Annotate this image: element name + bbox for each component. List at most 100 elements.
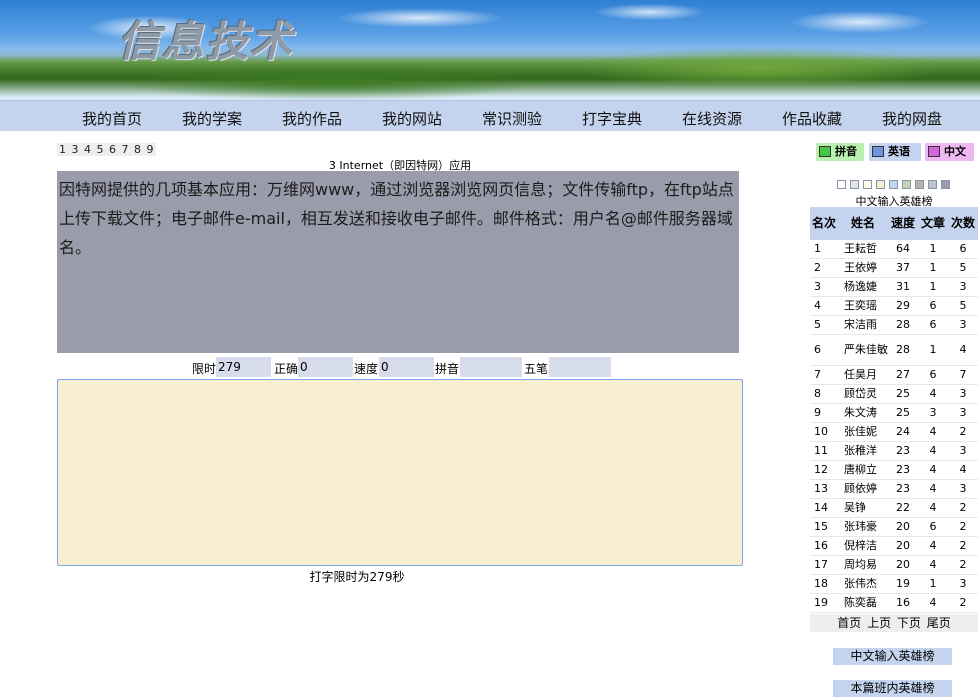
times-cell: 2 bbox=[948, 422, 978, 442]
speed-cell: 28 bbox=[888, 315, 918, 335]
name-cell: 宋洁雨 bbox=[838, 315, 888, 335]
name-cell: 王奕瑶 bbox=[838, 296, 888, 316]
color-swatch[interactable] bbox=[850, 180, 859, 189]
rank-cell: 18 bbox=[810, 574, 838, 594]
times-cell: 3 bbox=[948, 277, 978, 297]
color-swatch[interactable] bbox=[837, 180, 846, 189]
speed-cell: 23 bbox=[888, 460, 918, 480]
color-swatch[interactable] bbox=[863, 180, 872, 189]
ranking-row: 1 王耘哲 64 1 6 bbox=[810, 240, 978, 259]
rank-cell: 14 bbox=[810, 498, 838, 518]
times-cell: 5 bbox=[948, 258, 978, 278]
rank-cell: 10 bbox=[810, 422, 838, 442]
ranking-row: 14 吴铮 22 4 2 bbox=[810, 498, 978, 518]
speed-cell: 29 bbox=[888, 296, 918, 316]
col-articles: 文章 bbox=[918, 207, 948, 240]
articles-cell: 6 bbox=[918, 315, 948, 335]
articles-cell: 4 bbox=[918, 460, 948, 480]
pinyin-label: 拼音 bbox=[435, 362, 460, 376]
name-cell: 顾依婷 bbox=[838, 479, 888, 499]
ranking-row: 10 张佳妮 24 4 2 bbox=[810, 422, 978, 442]
chinese-hero-board-link[interactable]: 中文输入英雄榜 bbox=[833, 648, 952, 665]
typing-stats-bar: 限时 279 正确 0 速度 0 拼音 五笔 bbox=[57, 356, 743, 378]
color-swatch[interactable] bbox=[941, 180, 950, 189]
name-cell: 杨逸婕 bbox=[838, 277, 888, 297]
name-cell: 唐柳立 bbox=[838, 460, 888, 480]
nav-netdisk[interactable]: 我的网盘 bbox=[882, 108, 942, 129]
nav-typing[interactable]: 打字宝典 bbox=[582, 108, 642, 129]
articles-cell: 4 bbox=[918, 536, 948, 556]
pager-last[interactable]: 尾页 bbox=[927, 616, 951, 630]
ranking-row: 7 任昊月 27 6 7 bbox=[810, 365, 978, 385]
rank-cell: 2 bbox=[810, 258, 838, 278]
col-times: 次数 bbox=[948, 207, 978, 240]
nav-quiz[interactable]: 常识测验 bbox=[482, 108, 542, 129]
mode-english-button[interactable]: 英语 bbox=[869, 143, 921, 161]
color-swatch[interactable] bbox=[876, 180, 885, 189]
name-cell: 朱文涛 bbox=[838, 403, 888, 423]
nav-study-plan[interactable]: 我的学案 bbox=[182, 108, 242, 129]
page-number-links[interactable]: 1 3 4 5 6 7 8 9 bbox=[57, 143, 157, 156]
color-swatch[interactable] bbox=[889, 180, 898, 189]
pager-first[interactable]: 首页 bbox=[837, 616, 861, 630]
articles-cell: 1 bbox=[918, 277, 948, 297]
articles-cell: 1 bbox=[918, 334, 948, 366]
times-cell: 4 bbox=[948, 460, 978, 480]
color-swatch[interactable] bbox=[902, 180, 911, 189]
name-cell: 任昊月 bbox=[838, 365, 888, 385]
correct-label: 正确 bbox=[274, 362, 299, 376]
typing-input[interactable] bbox=[57, 379, 743, 566]
times-cell: 2 bbox=[948, 517, 978, 537]
color-swatch[interactable] bbox=[915, 180, 924, 189]
wubi-value bbox=[549, 357, 611, 377]
mode-chinese-label: 中文 bbox=[944, 145, 966, 158]
times-cell: 3 bbox=[948, 315, 978, 335]
nav-resources[interactable]: 在线资源 bbox=[682, 108, 742, 129]
rank-cell: 3 bbox=[810, 277, 838, 297]
ranking-pager: 首页 上页 下页 尾页 bbox=[810, 614, 978, 632]
articles-cell: 4 bbox=[918, 555, 948, 575]
mode-pinyin-button[interactable]: 拼音 bbox=[816, 143, 864, 161]
rank-cell: 5 bbox=[810, 315, 838, 335]
header-banner: 信息技术 bbox=[0, 0, 980, 100]
color-swatch[interactable] bbox=[928, 180, 937, 189]
articles-cell: 4 bbox=[918, 593, 948, 613]
col-name: 姓名 bbox=[838, 207, 888, 240]
ranking-row: 5 宋洁雨 28 6 3 bbox=[810, 315, 978, 335]
articles-cell: 1 bbox=[918, 258, 948, 278]
speed-cell: 23 bbox=[888, 479, 918, 499]
correct-value: 0 bbox=[298, 357, 353, 377]
ranking-row: 2 王依婷 37 1 5 bbox=[810, 258, 978, 278]
ranking-row: 16 倪梓洁 20 4 2 bbox=[810, 536, 978, 556]
name-cell: 张佳妮 bbox=[838, 422, 888, 442]
rank-cell: 8 bbox=[810, 384, 838, 404]
limit-label: 限时 bbox=[192, 362, 217, 376]
mode-chinese-button[interactable]: 中文 bbox=[925, 143, 974, 161]
nav-home[interactable]: 我的首页 bbox=[82, 108, 142, 129]
rank-cell: 17 bbox=[810, 555, 838, 575]
nav-website[interactable]: 我的网站 bbox=[382, 108, 442, 129]
ranking-row: 17 周均易 20 4 2 bbox=[810, 555, 978, 575]
name-cell: 倪梓洁 bbox=[838, 536, 888, 556]
speed-cell: 31 bbox=[888, 277, 918, 297]
name-cell: 王耘哲 bbox=[838, 240, 888, 259]
nav-works[interactable]: 我的作品 bbox=[282, 108, 342, 129]
ranking-row: 8 顾岱灵 25 4 3 bbox=[810, 384, 978, 404]
pager-prev[interactable]: 上页 bbox=[867, 616, 891, 630]
rank-cell: 13 bbox=[810, 479, 838, 499]
nav-favorites[interactable]: 作品收藏 bbox=[782, 108, 842, 129]
articles-cell: 1 bbox=[918, 574, 948, 594]
rank-cell: 11 bbox=[810, 441, 838, 461]
articles-cell: 4 bbox=[918, 479, 948, 499]
times-cell: 4 bbox=[948, 334, 978, 366]
pager-next[interactable]: 下页 bbox=[897, 616, 921, 630]
rank-cell: 15 bbox=[810, 517, 838, 537]
ranking-row: 12 唐柳立 23 4 4 bbox=[810, 460, 978, 480]
articles-cell: 6 bbox=[918, 365, 948, 385]
typing-passage: 因特网提供的几项基本应用：万维网www，通过浏览器浏览网页信息；文件传输ftp，… bbox=[57, 171, 739, 353]
class-hero-board-link[interactable]: 本篇班内英雄榜 bbox=[833, 680, 952, 697]
ranking-row: 11 张稚洋 23 4 3 bbox=[810, 441, 978, 461]
name-cell: 张玮豪 bbox=[838, 517, 888, 537]
chinese-icon bbox=[928, 146, 940, 157]
rank-cell: 4 bbox=[810, 296, 838, 316]
